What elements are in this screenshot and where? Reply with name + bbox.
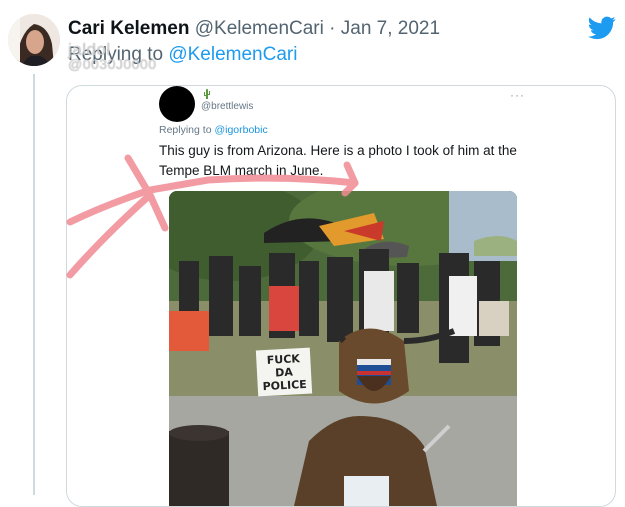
author-handle[interactable]: @KelemenCari <box>195 18 324 39</box>
author-display-name[interactable]: Cari Kelemen <box>68 18 189 39</box>
twitter-bird-icon <box>588 16 616 40</box>
quoted-tweet-text: This guy is from Arizona. Here is a phot… <box>159 143 517 178</box>
header-separator: · <box>329 18 336 39</box>
quoted-replying-prefix: Replying to <box>159 124 212 136</box>
protest-sign: FUCK DA POLICE <box>255 347 313 397</box>
author-avatar-image <box>8 14 60 66</box>
quoted-author-handle[interactable]: @brettlewis <box>201 101 253 112</box>
watermark-line2: @0030J0000 <box>68 56 157 72</box>
watermark: jaldol @0030J0000 <box>68 40 157 72</box>
quoted-author-avatar[interactable] <box>159 86 195 122</box>
tweet-date[interactable]: Jan 7, 2021 <box>341 18 440 39</box>
cactus-icon <box>203 88 211 102</box>
more-options-icon[interactable]: ··· <box>510 88 525 102</box>
quoted-replying-to-line: Replying to @igorbobic <box>159 124 268 136</box>
thread-line <box>33 74 35 495</box>
tweet-header: Cari Kelemen @KelemenCari · Jan 7, 2021 <box>68 18 440 40</box>
protest-photo-image <box>169 191 517 506</box>
replying-to-mention[interactable]: @KelemenCari <box>168 44 297 65</box>
quoted-tweet-card[interactable]: @brettlewis ··· Replying to @igorbobic T… <box>66 85 616 507</box>
quoted-replying-to-mention[interactable]: @igorbobic <box>214 124 267 136</box>
quoted-tweet-photo[interactable]: FUCK DA POLICE <box>169 191 517 506</box>
author-avatar[interactable] <box>8 14 60 66</box>
